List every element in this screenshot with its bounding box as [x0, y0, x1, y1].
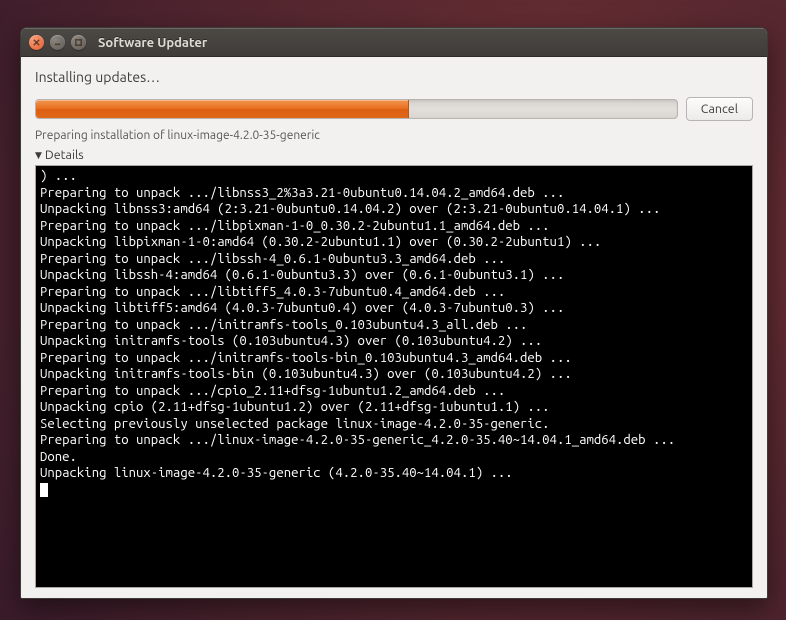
progress-fill — [36, 100, 409, 118]
progress-row: Cancel — [35, 97, 753, 121]
status-heading: Installing updates… — [35, 69, 753, 85]
software-updater-window: Software Updater Installing updates… Can… — [20, 27, 768, 599]
window-body: Installing updates… Cancel Preparing ins… — [21, 57, 767, 599]
window-maximize-button[interactable] — [71, 35, 86, 50]
window-minimize-button[interactable] — [50, 35, 65, 50]
terminal-frame: ) ... Preparing to unpack .../libnss3_2%… — [35, 165, 753, 588]
titlebar[interactable]: Software Updater — [21, 28, 767, 57]
details-expander[interactable]: ▼ Details — [35, 148, 753, 162]
progress-bar — [35, 99, 678, 119]
window-title: Software Updater — [98, 36, 207, 50]
details-label: Details — [45, 148, 84, 162]
substatus-text: Preparing installation of linux-image-4.… — [35, 129, 753, 142]
window-close-button[interactable] — [29, 35, 44, 50]
terminal-cursor — [40, 483, 48, 497]
terminal-output[interactable]: ) ... Preparing to unpack .../libnss3_2%… — [36, 166, 752, 587]
cancel-button[interactable]: Cancel — [686, 97, 753, 121]
chevron-down-icon: ▼ — [35, 150, 42, 161]
